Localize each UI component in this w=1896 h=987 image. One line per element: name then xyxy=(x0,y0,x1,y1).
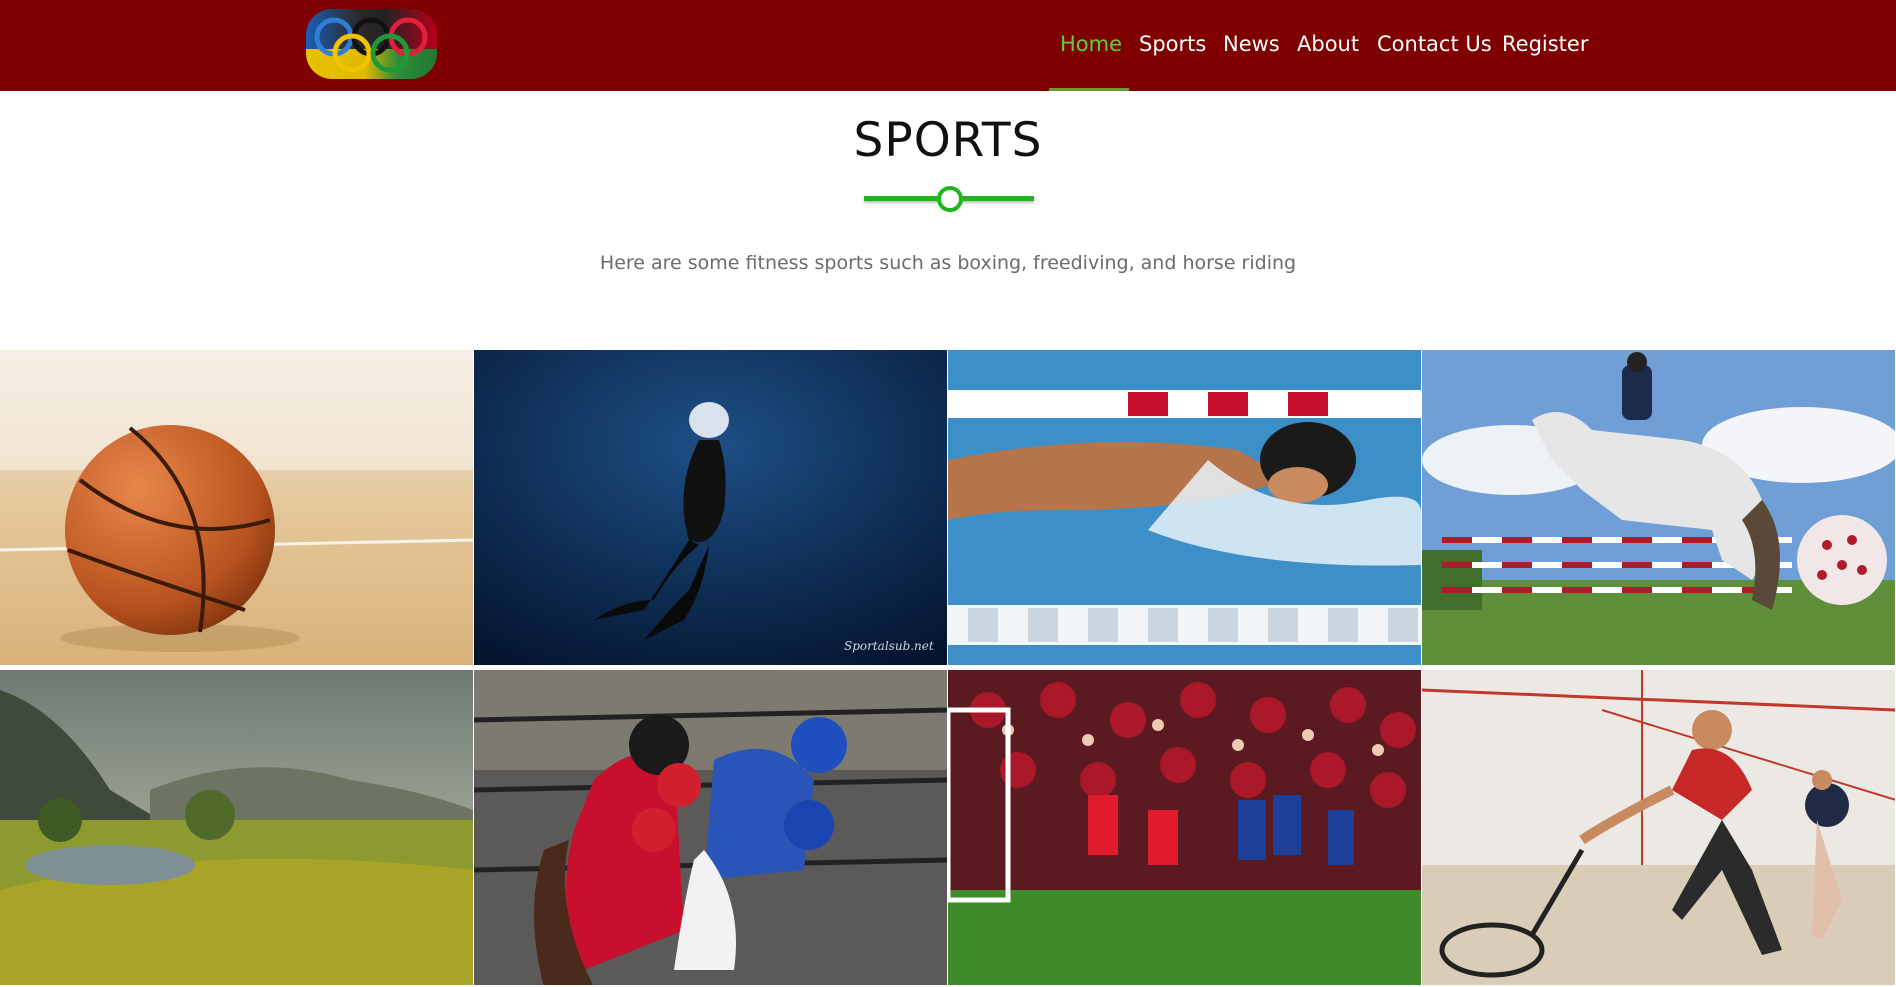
gallery-tile-freediving[interactable]: Sportalsub.net xyxy=(474,350,947,665)
swimming-photo xyxy=(948,350,1421,665)
sports-gallery: Sportalsub.net xyxy=(0,350,1896,987)
gallery-tile-swimming[interactable] xyxy=(948,350,1421,665)
nav-home-link[interactable]: Home xyxy=(1060,32,1122,56)
olympic-rings-logo[interactable] xyxy=(306,9,437,79)
photo-watermark: Sportalsub.net xyxy=(844,639,934,653)
horse-riding-photo xyxy=(1422,350,1895,665)
gallery-tile-squash[interactable] xyxy=(1422,670,1895,985)
freediving-photo: Sportalsub.net xyxy=(474,350,947,665)
nav-about-link[interactable]: About xyxy=(1297,32,1359,56)
section-title: SPORTS xyxy=(853,113,1043,168)
gallery-tile-basketball[interactable] xyxy=(0,350,473,665)
section-subtitle: Here are some fitness sports such as box… xyxy=(599,252,1297,274)
gallery-tile-horse-riding[interactable] xyxy=(1422,350,1895,665)
title-divider xyxy=(864,186,1034,212)
nav-sports-link[interactable]: Sports xyxy=(1139,32,1206,56)
boxing-photo xyxy=(474,670,947,985)
nav-contact-link[interactable]: Contact Us xyxy=(1377,32,1492,56)
squash-photo xyxy=(1422,670,1895,985)
gallery-tile-football[interactable] xyxy=(948,670,1421,985)
nav-register-link[interactable]: Register xyxy=(1502,32,1588,56)
active-nav-indicator xyxy=(1049,88,1129,91)
football-celebration-photo xyxy=(948,670,1421,985)
golf-course-photo xyxy=(0,670,473,985)
nav-news-link[interactable]: News xyxy=(1223,32,1280,56)
divider-circle-icon xyxy=(937,186,963,212)
gallery-tile-boxing[interactable] xyxy=(474,670,947,985)
gallery-tile-golf[interactable] xyxy=(0,670,473,985)
top-navbar: Home Sports News About Contact Us Regist… xyxy=(0,0,1896,91)
basketball-photo xyxy=(0,350,473,665)
